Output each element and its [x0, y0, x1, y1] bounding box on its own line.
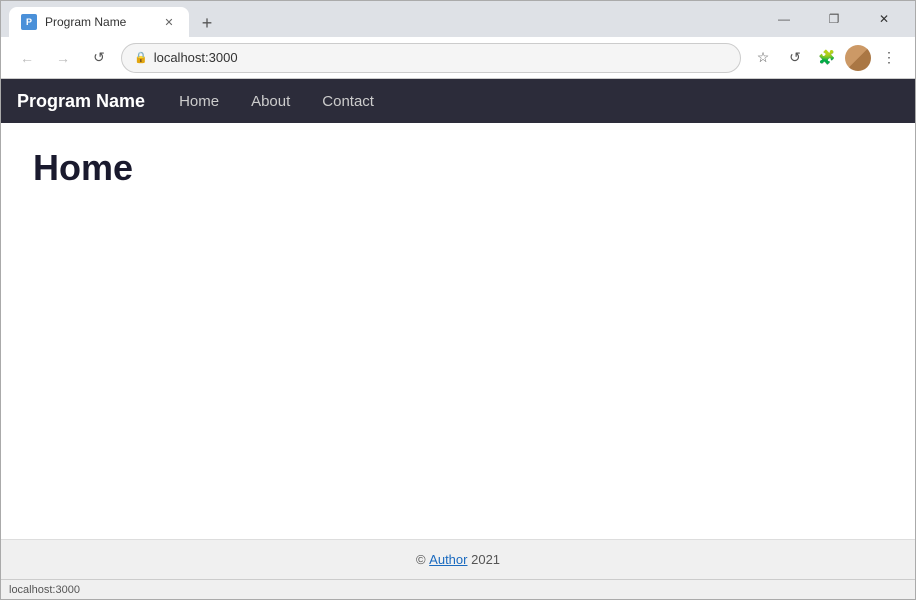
tab-favicon: P: [21, 14, 37, 30]
nav-link-about[interactable]: About: [245, 89, 296, 114]
avatar[interactable]: [845, 45, 871, 71]
minimize-button[interactable]: —: [761, 5, 807, 33]
status-bar: localhost:3000: [1, 579, 915, 599]
toolbar-icons: ☆ ↺ 🧩 ⋮: [749, 44, 903, 72]
app-navbar: Program Name Home About Contact: [1, 79, 915, 123]
footer-author-link[interactable]: Author: [429, 552, 467, 567]
status-text: localhost:3000: [9, 584, 80, 596]
restore-button[interactable]: ❐: [811, 5, 857, 33]
page-heading: Home: [33, 147, 883, 189]
reload-button[interactable]: ↺: [85, 44, 113, 72]
close-window-button[interactable]: ✕: [861, 5, 907, 33]
tab-close-button[interactable]: ✕: [161, 14, 177, 30]
new-tab-button[interactable]: +: [193, 9, 221, 37]
reload-icon-btn[interactable]: ↺: [781, 44, 809, 72]
page-footer: © Author 2021: [1, 539, 915, 579]
menu-button[interactable]: ⋮: [875, 44, 903, 72]
tab-title: Program Name: [45, 15, 153, 29]
back-button[interactable]: ←: [13, 44, 41, 72]
lock-icon: 🔒: [134, 51, 148, 64]
url-box[interactable]: 🔒 localhost:3000: [121, 43, 741, 73]
page-area: Program Name Home About Contact Home © A…: [1, 79, 915, 579]
active-tab[interactable]: P Program Name ✕: [9, 7, 189, 37]
url-text: localhost:3000: [154, 50, 728, 65]
page-body: Home: [1, 123, 915, 539]
tab-strip: P Program Name ✕ +: [9, 1, 761, 37]
nav-link-contact[interactable]: Contact: [316, 89, 380, 114]
footer-copyright: ©: [416, 552, 426, 567]
footer-year: 2021: [471, 552, 500, 567]
browser-window: P Program Name ✕ + — ❐ ✕ ← → ↺ 🔒 localho…: [0, 0, 916, 600]
app-brand: Program Name: [17, 91, 145, 112]
window-controls: — ❐ ✕: [761, 5, 907, 33]
bookmark-button[interactable]: ☆: [749, 44, 777, 72]
forward-button[interactable]: →: [49, 44, 77, 72]
extensions-button[interactable]: 🧩: [813, 44, 841, 72]
address-bar: ← → ↺ 🔒 localhost:3000 ☆ ↺ 🧩 ⋮: [1, 37, 915, 79]
nav-link-home[interactable]: Home: [173, 89, 225, 114]
title-bar: P Program Name ✕ + — ❐ ✕: [1, 1, 915, 37]
